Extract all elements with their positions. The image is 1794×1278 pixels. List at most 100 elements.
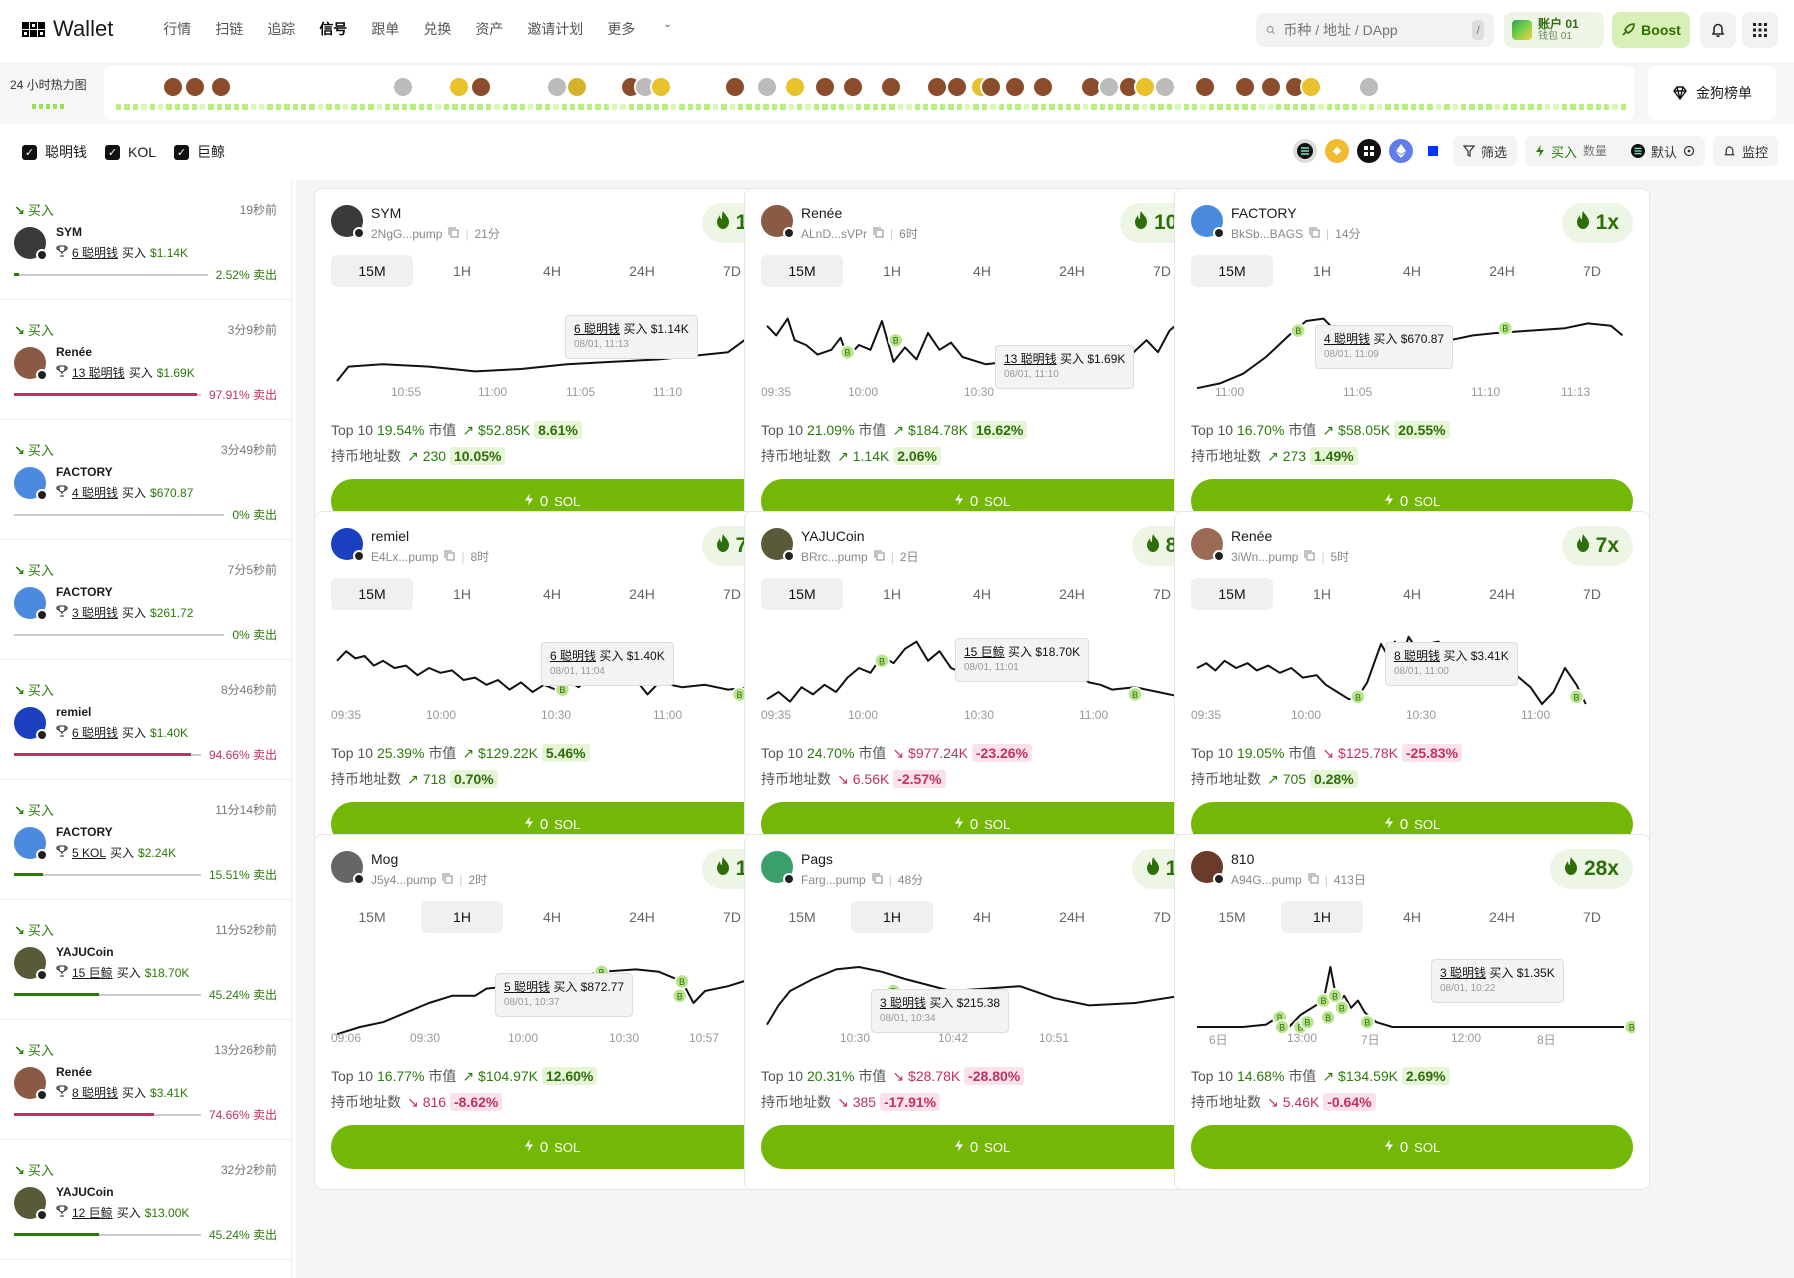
feed-wallet-count[interactable]: 15 巨鲸 xyxy=(72,964,113,981)
buy-marker[interactable]: B xyxy=(674,973,690,990)
boost-button[interactable]: Boost xyxy=(1612,12,1690,48)
copy-icon[interactable] xyxy=(874,550,885,564)
copy-icon[interactable] xyxy=(442,873,453,887)
token-name[interactable]: Renée xyxy=(801,205,842,221)
chain-solana-button[interactable] xyxy=(1292,139,1317,163)
feed-item[interactable]: ↘ 买入 11分52秒前 YAJUCoin 15 巨鲸 买入 $18.70K 45.24% 卖… xyxy=(0,900,291,1020)
nav-item-8[interactable]: 更多 xyxy=(607,19,635,39)
nav-item-5[interactable]: 兑换 xyxy=(423,19,451,39)
nav-item-6[interactable]: 资产 xyxy=(475,19,503,39)
token-card[interactable]: MogJ5y4...pump|2时1x15M1H4H24H7DBBB09:060… xyxy=(314,834,790,1190)
heatmap-token-bubble[interactable] xyxy=(448,76,470,98)
quick-buy-button[interactable]: 0 SOL xyxy=(331,1125,773,1169)
timeframe-tab-2[interactable]: 4H xyxy=(941,255,1023,287)
token-name[interactable]: SYM xyxy=(371,205,401,221)
feed-wallet-count[interactable]: 5 KOL xyxy=(72,846,106,860)
buy-marker[interactable]: B xyxy=(839,344,856,360)
timeframe-tab-2[interactable]: 4H xyxy=(1371,901,1453,933)
filter-checkbox-0[interactable]: ✓ 聪明钱 xyxy=(22,142,87,162)
timeframe-tab-4[interactable]: 7D xyxy=(1551,901,1633,933)
timeframe-tab-3[interactable]: 24H xyxy=(1461,255,1543,287)
heatmap-token-bubble[interactable] xyxy=(184,76,206,98)
copy-icon[interactable] xyxy=(872,873,883,887)
quick-buy-amount-input[interactable] xyxy=(1582,144,1625,158)
timeframe-tab-4[interactable]: 7D xyxy=(1551,578,1633,610)
token-card[interactable]: SYM2NgG...pump|21分1x15M1H4H24H7DB10:5511… xyxy=(314,188,790,544)
token-name[interactable]: Mog xyxy=(371,851,398,867)
timeframe-tab-1[interactable]: 1H xyxy=(1281,578,1363,610)
timeframe-tab-3[interactable]: 24H xyxy=(601,901,683,933)
feed-wallet-count[interactable]: 6 聪明钱 xyxy=(72,244,118,261)
heatmap-token-bubble[interactable] xyxy=(880,76,902,98)
feed-item[interactable]: ↘ 买入 19秒前 SYM 6 聪明钱 买入 $1.14K 2.52% 卖出 xyxy=(0,180,291,300)
token-card[interactable]: 810 A94G...pump | 413日 28x 15M 1H 4H 24H 7D B B B B B B… xyxy=(1174,834,1650,1190)
nav-item-1[interactable]: 扫链 xyxy=(215,19,243,39)
timeframe-tab-2[interactable]: 4H xyxy=(511,255,593,287)
token-name[interactable]: 810 xyxy=(1231,851,1254,867)
okx-wallet-logo[interactable]: Wallet xyxy=(22,16,113,42)
heatmap-token-bubble[interactable] xyxy=(566,76,588,98)
chain-xlayer-button[interactable] xyxy=(1356,139,1381,163)
timeframe-tab-3[interactable]: 24H xyxy=(1031,578,1113,610)
timeframe-tab-3[interactable]: 24H xyxy=(601,255,683,287)
filter-checkbox-2[interactable]: ✓ 巨鲸 xyxy=(174,142,225,162)
timeframe-tab-2[interactable]: 4H xyxy=(511,578,593,610)
heatmap-token-bubble[interactable] xyxy=(470,76,492,98)
heatmap-token-bubble[interactable] xyxy=(946,76,968,98)
timeframe-tab-1[interactable]: 1H xyxy=(851,901,933,933)
heatmap-token-bubble[interactable] xyxy=(1300,76,1322,98)
feed-item[interactable]: ↘ 买入 3分9秒前 Renée 13 聪明钱 买入 $1.69K 97.91% 卖出 xyxy=(0,300,291,420)
notifications-button[interactable] xyxy=(1700,12,1736,48)
buy-marker[interactable]: B xyxy=(1299,1014,1316,1030)
feed-item[interactable]: ↘ 买入 7分5秒前 FACTORY 3 聪明钱 买入 $261.72 0% 卖出 xyxy=(0,540,291,660)
copy-icon[interactable] xyxy=(1304,550,1315,564)
buy-marker[interactable]: B xyxy=(1568,689,1585,705)
timeframe-tab-1[interactable]: 1H xyxy=(421,578,503,610)
feed-wallet-count[interactable]: 6 聪明钱 xyxy=(72,724,118,741)
token-card[interactable]: Renée 3iWn...pump | 5时 7x 15M 1H 4H 24H 7D B B 09:35… xyxy=(1174,511,1650,867)
copy-icon[interactable] xyxy=(1308,873,1319,887)
settings-icon[interactable] xyxy=(1683,145,1695,157)
feed-item[interactable]: ↘ 买入 32分2秒前 YAJUCoin 12 巨鲸 买入 $13.00K 45.24% 卖出 xyxy=(0,1140,291,1260)
feed-item[interactable]: ↘ 买入 8分46秒前 remiel 6 聪明钱 买入 $1.40K 94.66% 卖出 xyxy=(0,660,291,780)
timeframe-tab-0[interactable]: 15M xyxy=(331,255,413,287)
copy-icon[interactable] xyxy=(448,227,459,241)
heatmap-timeline[interactable] xyxy=(104,66,1634,120)
timeframe-tab-0[interactable]: 15M xyxy=(331,901,413,933)
heatmap-token-bubble[interactable] xyxy=(650,76,672,98)
heatmap-token-bubble[interactable] xyxy=(1234,76,1256,98)
heatmap-token-bubble[interactable] xyxy=(1194,76,1216,98)
timeframe-tab-1[interactable]: 1H xyxy=(851,255,933,287)
timeframe-tab-0[interactable]: 15M xyxy=(1191,578,1273,610)
buy-marker[interactable]: B xyxy=(1127,686,1143,703)
feed-item[interactable]: ↘ 买入 11分14秒前 FACTORY 5 KOL 买入 $2.24K 15.51% 卖出 xyxy=(0,780,291,900)
heatmap-token-bubble[interactable] xyxy=(392,76,414,98)
buy-marker[interactable]: B xyxy=(1334,1000,1350,1016)
token-card[interactable]: PagsFarg...pump|48分1x15M1H4H24H7DB10:301… xyxy=(744,834,1220,1190)
timeframe-tab-3[interactable]: 24H xyxy=(1461,901,1543,933)
heatmap-token-bubble[interactable] xyxy=(842,76,864,98)
timeframe-tab-1[interactable]: 1H xyxy=(1281,255,1363,287)
token-card[interactable]: YAJUCoinBRrc...pump|2日8x15M1H4H24H7DBBB0… xyxy=(744,511,1220,867)
timeframe-tab-2[interactable]: 4H xyxy=(1371,255,1453,287)
heatmap-token-bubble[interactable] xyxy=(926,76,948,98)
buy-marker[interactable]: B xyxy=(1497,320,1513,336)
timeframe-tab-0[interactable]: 15M xyxy=(1191,255,1273,287)
buy-marker[interactable]: B xyxy=(888,332,904,348)
nav-item-2[interactable]: 追踪 xyxy=(267,19,295,39)
heatmap-token-bubble[interactable] xyxy=(784,76,806,98)
timeframe-tab-0[interactable]: 15M xyxy=(331,578,413,610)
heatmap-token-bubble[interactable] xyxy=(1032,76,1054,98)
filter-button[interactable]: 筛选 xyxy=(1452,136,1517,166)
chain-ethereum-button[interactable] xyxy=(1388,139,1413,163)
buy-marker[interactable]: B xyxy=(1290,322,1306,339)
buy-marker[interactable]: B xyxy=(1350,689,1366,705)
token-name[interactable]: Renée xyxy=(1231,528,1272,544)
feed-wallet-count[interactable]: 13 聪明钱 xyxy=(72,364,125,381)
token-card[interactable]: remielE4Lx...pump|8时7x15M1H4H24H7DBB09:3… xyxy=(314,511,790,867)
account-switcher[interactable]: 账户 01 钱包 01 xyxy=(1504,12,1604,48)
nav-item-7[interactable]: 邀请计划 xyxy=(527,19,583,39)
token-name[interactable]: Pags xyxy=(801,851,833,867)
chain-bnb-button[interactable] xyxy=(1324,139,1349,163)
heatmap-token-bubble[interactable] xyxy=(814,76,836,98)
